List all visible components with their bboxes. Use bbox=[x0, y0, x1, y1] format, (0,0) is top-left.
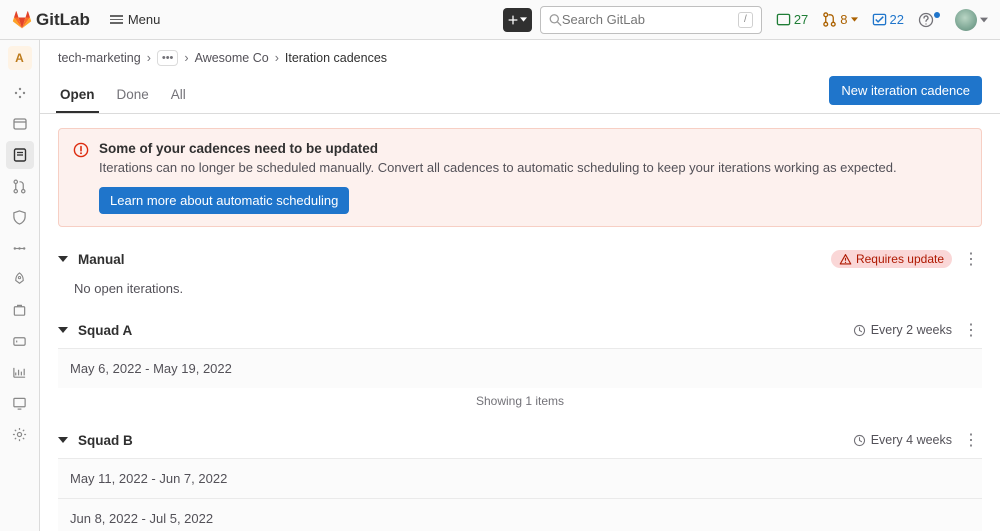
issue-icon bbox=[12, 147, 28, 163]
nav-settings[interactable] bbox=[6, 420, 34, 448]
todos-link[interactable]: 22 bbox=[866, 8, 910, 31]
cadence-actions[interactable]: ⋮ bbox=[960, 320, 982, 340]
chart-icon bbox=[12, 365, 27, 380]
menu-label: Menu bbox=[128, 12, 161, 27]
cadence-name: Squad A bbox=[78, 323, 132, 338]
nav-security[interactable] bbox=[6, 203, 34, 231]
chevron-down-icon bbox=[980, 16, 988, 24]
issues-count: 27 bbox=[794, 12, 808, 27]
cadence-actions[interactable]: ⋮ bbox=[960, 430, 982, 450]
mr-link[interactable]: 8 bbox=[816, 8, 863, 31]
user-menu[interactable] bbox=[951, 9, 988, 31]
help-link[interactable] bbox=[912, 8, 949, 32]
chevron-down-icon bbox=[851, 16, 858, 23]
search-icon bbox=[549, 13, 562, 27]
mr-count: 8 bbox=[840, 12, 847, 27]
tab-all[interactable]: All bbox=[169, 77, 188, 112]
cadence-name: Squad B bbox=[78, 433, 133, 448]
new-dropdown[interactable] bbox=[503, 8, 532, 32]
showing-count: Showing 1 items bbox=[58, 388, 982, 422]
nav-issues[interactable] bbox=[6, 141, 34, 169]
shield-icon bbox=[12, 210, 27, 225]
nav-project-info[interactable] bbox=[6, 79, 34, 107]
brand-text: GitLab bbox=[36, 10, 90, 30]
chevron-down-icon bbox=[520, 16, 527, 23]
plus-icon bbox=[508, 15, 518, 25]
nav-wiki[interactable] bbox=[6, 389, 34, 417]
main-content: tech-marketing › ••• › Awesome Co › Iter… bbox=[40, 40, 1000, 531]
cadence-actions[interactable]: ⋮ bbox=[960, 249, 982, 269]
new-cadence-button[interactable]: New iteration cadence bbox=[829, 76, 982, 105]
hamburger-icon bbox=[110, 15, 123, 24]
nav-infrastructure[interactable] bbox=[6, 327, 34, 355]
crumb-group[interactable]: Awesome Co bbox=[195, 51, 269, 65]
project-avatar[interactable]: A bbox=[8, 46, 32, 70]
issues-link[interactable]: 27 bbox=[770, 8, 814, 31]
iteration-row[interactable]: May 6, 2022 - May 19, 2022 bbox=[58, 348, 982, 388]
avatar bbox=[955, 9, 977, 31]
alert-cta-button[interactable]: Learn more about automatic scheduling bbox=[99, 187, 349, 214]
nav-repository[interactable] bbox=[6, 110, 34, 138]
gear-icon bbox=[12, 427, 27, 442]
warning-icon bbox=[73, 142, 89, 214]
chevron-down-icon bbox=[58, 254, 70, 264]
alert-body: Iterations can no longer be scheduled ma… bbox=[99, 160, 967, 175]
monitor-icon bbox=[12, 396, 27, 411]
tanuki-icon bbox=[12, 10, 32, 30]
tab-done[interactable]: Done bbox=[115, 77, 151, 112]
help-icon bbox=[918, 12, 934, 28]
nav-packages[interactable] bbox=[6, 296, 34, 324]
chevron-down-icon bbox=[58, 435, 70, 445]
search-box[interactable]: / bbox=[540, 6, 762, 34]
cadence-name: Manual bbox=[78, 252, 125, 267]
alert-title: Some of your cadences need to be updated bbox=[99, 141, 967, 156]
menu-button[interactable]: Menu bbox=[104, 8, 167, 31]
crumb-current: Iteration cadences bbox=[285, 51, 387, 65]
top-bar: GitLab Menu / 27 8 22 bbox=[0, 0, 1000, 40]
package-icon bbox=[12, 303, 27, 318]
iteration-row[interactable]: May 11, 2022 - Jun 7, 2022 bbox=[58, 458, 982, 498]
nav-merge-requests[interactable] bbox=[6, 172, 34, 200]
nav-analytics[interactable] bbox=[6, 358, 34, 386]
tabs-row: Open Done All New iteration cadence bbox=[40, 76, 1000, 114]
cadence-frequency: Every 4 weeks bbox=[853, 433, 952, 447]
merge-icon bbox=[12, 179, 27, 194]
empty-state: No open iterations. bbox=[58, 277, 982, 312]
alert-triangle-icon bbox=[839, 253, 852, 266]
rocket-icon bbox=[12, 272, 27, 287]
gitlab-logo[interactable]: GitLab bbox=[12, 10, 90, 30]
cadence-list: Manual Requires update ⋮No open iteratio… bbox=[58, 241, 982, 531]
search-input[interactable] bbox=[562, 12, 738, 27]
nav-cicd[interactable] bbox=[6, 234, 34, 262]
pipeline-icon bbox=[12, 241, 27, 256]
cadence-header[interactable]: Manual Requires update ⋮ bbox=[58, 241, 982, 277]
tab-open[interactable]: Open bbox=[58, 77, 97, 112]
search-shortcut: / bbox=[738, 12, 753, 28]
chevron-down-icon bbox=[58, 325, 70, 335]
update-alert: Some of your cadences need to be updated… bbox=[58, 128, 982, 227]
nav-deployments[interactable] bbox=[6, 265, 34, 293]
crumb-ellipsis[interactable]: ••• bbox=[157, 50, 179, 66]
issues-icon bbox=[776, 12, 791, 27]
clock-icon bbox=[853, 324, 866, 337]
iteration-row[interactable]: Jun 8, 2022 - Jul 5, 2022 bbox=[58, 498, 982, 531]
todos-icon bbox=[872, 12, 887, 27]
requires-update-badge: Requires update bbox=[831, 250, 952, 268]
cadence-frequency: Every 2 weeks bbox=[853, 323, 952, 337]
info-icon bbox=[12, 85, 28, 101]
crumb-root[interactable]: tech-marketing bbox=[58, 51, 141, 65]
clock-icon bbox=[853, 434, 866, 447]
server-icon bbox=[12, 334, 27, 349]
left-rail: A bbox=[0, 40, 40, 531]
todos-count: 22 bbox=[890, 12, 904, 27]
merge-request-icon bbox=[822, 12, 837, 27]
breadcrumb: tech-marketing › ••• › Awesome Co › Iter… bbox=[40, 40, 1000, 76]
notification-dot bbox=[934, 12, 940, 18]
cadence-header[interactable]: Squad B Every 4 weeks ⋮ bbox=[58, 422, 982, 458]
cadence-header[interactable]: Squad A Every 2 weeks ⋮ bbox=[58, 312, 982, 348]
repository-icon bbox=[12, 116, 28, 132]
